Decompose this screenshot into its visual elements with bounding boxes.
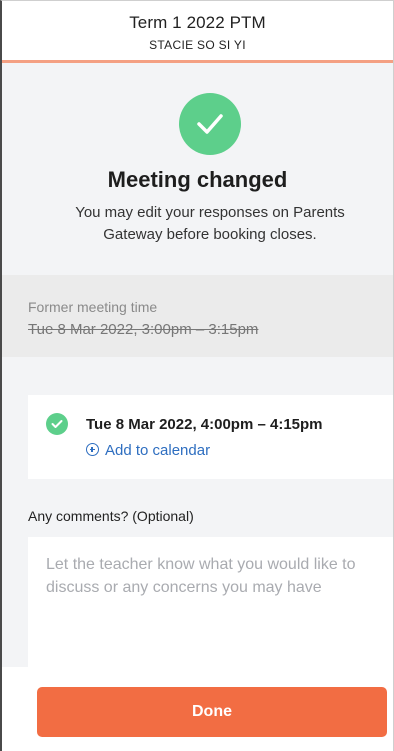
check-circle-icon bbox=[46, 413, 68, 435]
footer-bar: Done bbox=[2, 667, 393, 751]
page-title: Term 1 2022 PTM bbox=[129, 13, 266, 32]
add-to-calendar-link[interactable]: Add to calendar bbox=[86, 442, 210, 459]
page-header: Term 1 2022 PTM STACIE SO SI YI bbox=[2, 1, 393, 63]
confirmation-hero: Meeting changed You may edit your respon… bbox=[2, 63, 393, 275]
add-to-calendar-label: Add to calendar bbox=[105, 442, 211, 459]
former-meeting-time: Tue 8 Mar 2022, 3:00pm – 3:15pm bbox=[28, 321, 259, 338]
new-meeting-card: Tue 8 Mar 2022, 4:00pm – 4:15pm Add to c… bbox=[28, 395, 393, 479]
plus-circle-icon bbox=[86, 443, 99, 456]
student-name: STACIE SO SI YI bbox=[149, 38, 246, 52]
new-meeting-time: Tue 8 Mar 2022, 4:00pm – 4:15pm bbox=[86, 416, 323, 433]
check-circle-icon bbox=[179, 93, 241, 155]
comments-input[interactable] bbox=[28, 537, 393, 667]
confirmation-heading: Meeting changed bbox=[107, 167, 288, 192]
comments-label: Any comments? (Optional) bbox=[28, 508, 194, 524]
confirmation-description: You may edit your responses on Parents G… bbox=[75, 204, 345, 243]
done-button[interactable]: Done bbox=[37, 687, 387, 737]
app-screen: Term 1 2022 PTM STACIE SO SI YI Meeting … bbox=[0, 0, 394, 751]
former-meeting-label: Former meeting time bbox=[28, 299, 158, 315]
former-meeting-section: Former meeting time Tue 8 Mar 2022, 3:00… bbox=[2, 275, 393, 357]
